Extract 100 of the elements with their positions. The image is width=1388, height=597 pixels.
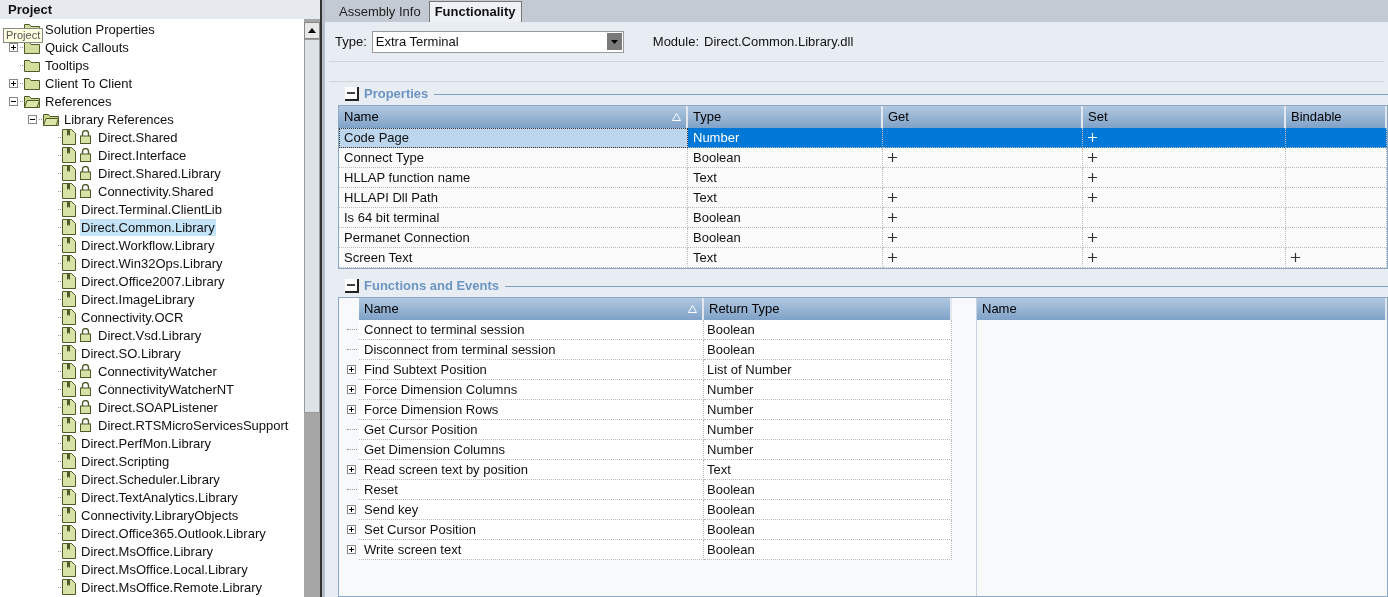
section-title: Functions and Events [364, 277, 500, 296]
expand-icon[interactable] [347, 365, 356, 374]
sort-icon [688, 305, 697, 313]
tree-item[interactable]: Connectivity.LibraryObjects [80, 506, 240, 524]
collapse-icon[interactable] [28, 114, 37, 124]
tree-item[interactable]: ConnectivityWatcherNT [97, 380, 236, 398]
table-row[interactable]: Is 64 bit terminal Boolean [339, 208, 1387, 228]
expand-icon[interactable] [9, 78, 18, 88]
scroll-up-icon[interactable] [308, 28, 316, 33]
expand-icon[interactable] [347, 385, 356, 394]
expand-icon[interactable] [347, 525, 356, 534]
column-header[interactable]: Type [688, 106, 883, 128]
collapse-icon[interactable] [347, 89, 355, 97]
expand-icon[interactable] [347, 505, 356, 514]
tree-item[interactable]: Direct.Scheduler.Library [80, 470, 221, 488]
document-icon [62, 453, 76, 469]
plus-icon [1088, 253, 1097, 262]
document-icon [62, 363, 76, 379]
document-icon [62, 183, 76, 199]
table-cell: Boolean [704, 340, 952, 360]
table-cell: Text [688, 248, 883, 268]
tree-item[interactable]: References [44, 92, 113, 110]
tree-item[interactable]: Direct.SO.Library [80, 344, 182, 362]
tree-item[interactable]: Direct.TextAnalytics.Library [80, 488, 239, 506]
expand-icon[interactable] [347, 405, 356, 414]
tree-item[interactable]: Direct.Win32Ops.Library [80, 254, 224, 272]
tree-item[interactable]: Direct.Shared.Library [97, 164, 222, 182]
document-icon [62, 381, 76, 397]
tree-item[interactable]: Library References [63, 110, 175, 128]
expand-icon[interactable] [347, 465, 356, 474]
tab[interactable]: Assembly Info [334, 2, 426, 22]
scrollbar[interactable] [304, 19, 320, 597]
column-header[interactable]: Name [359, 298, 704, 320]
plus-icon [1088, 153, 1097, 162]
table-row[interactable]: Connect Type Boolean [339, 148, 1387, 168]
expand-icon[interactable] [347, 545, 356, 554]
table-cell: Connect to terminal session [359, 320, 704, 340]
table-cell: Read screen text by position [359, 460, 704, 480]
plus-icon [1088, 173, 1097, 182]
tree-item[interactable]: Connectivity.Shared [97, 182, 215, 200]
tree-item[interactable]: Direct.Workflow.Library [80, 236, 216, 254]
tree-item[interactable]: Direct.Shared [97, 128, 179, 146]
document-icon [62, 543, 76, 559]
tree-item[interactable]: Direct.MsOffice.Library [80, 542, 214, 560]
tree-item[interactable]: Direct.ImageLibrary [80, 290, 196, 308]
table-cell: Number [688, 128, 883, 148]
plus-icon [1088, 193, 1097, 202]
table-cell: Number [704, 380, 952, 400]
table-row[interactable]: Code Page Number [339, 128, 1387, 148]
document-icon [62, 579, 76, 595]
tree-item[interactable]: Direct.Vsd.Library [97, 326, 203, 344]
table-row[interactable]: HLLAPI Dll Path Text [339, 188, 1387, 208]
folder-icon [24, 40, 40, 54]
column-header[interactable]: Name [339, 106, 688, 128]
tree-item[interactable]: Direct.Interface [97, 146, 188, 164]
document-icon [62, 345, 76, 361]
column-header[interactable]: Set [1083, 106, 1286, 128]
column-header[interactable]: Return Type [704, 298, 952, 320]
tree-item[interactable]: Tooltips [44, 56, 91, 74]
tree-item[interactable]: Client To Client [44, 74, 134, 92]
table-row[interactable]: Permanet Connection Boolean [339, 228, 1387, 248]
document-icon [62, 255, 76, 271]
tree-item[interactable]: ConnectivityWatcher [97, 362, 218, 380]
document-icon [62, 507, 76, 523]
tree-item[interactable]: Direct.Scripting [80, 452, 171, 470]
table-cell: Write screen text [359, 540, 704, 560]
table-cell: Number [704, 420, 952, 440]
tree-item[interactable]: Solution Properties [44, 20, 156, 38]
collapse-icon[interactable] [9, 96, 18, 106]
column-header[interactable]: Get [883, 106, 1083, 128]
table-cell: Set Cursor Position [359, 520, 704, 540]
type-dropdown[interactable]: Extra Terminal [371, 30, 624, 53]
table-cell: Get Dimension Columns [359, 440, 704, 460]
sort-icon [672, 113, 681, 121]
tree-item[interactable]: Direct.Office2007.Library [80, 272, 226, 290]
document-icon [62, 129, 76, 145]
table-cell: Boolean [688, 148, 883, 168]
tree-item[interactable]: Direct.RTSMicroServicesSupport [97, 416, 290, 434]
tree-item[interactable]: Direct.PerfMon.Library [80, 434, 213, 452]
panel-title: Project [0, 0, 320, 19]
table-row[interactable]: Screen Text Text [339, 248, 1387, 268]
tree-item[interactable]: Direct.Office365.Outlook.Library [80, 524, 267, 542]
tree-item[interactable]: Direct.Common.Library [80, 218, 216, 236]
table-row[interactable]: HLLAP function name Text [339, 168, 1387, 188]
tab[interactable]: Functionality [428, 1, 522, 22]
document-icon [62, 525, 76, 541]
column-header[interactable]: Bindable [1286, 106, 1387, 128]
plus-icon [1291, 253, 1300, 262]
collapse-icon[interactable] [347, 281, 355, 289]
tree-item[interactable]: Direct.MsOffice.Remote.Library [80, 578, 264, 596]
column-header[interactable]: Name [977, 298, 1387, 320]
document-icon [62, 309, 76, 325]
tree-item[interactable]: Quick Callouts [44, 38, 130, 56]
tree-item[interactable]: Direct.MsOffice.Local.Library [80, 560, 249, 578]
table-cell: Boolean [688, 208, 883, 228]
tree-item[interactable]: Direct.Terminal.ClientLib [80, 200, 223, 218]
tree-item[interactable]: Direct.SOAPListener [97, 398, 219, 416]
document-icon [62, 417, 76, 433]
tree-item[interactable]: Connectivity.OCR [80, 308, 185, 326]
table-cell: Text [704, 460, 952, 480]
